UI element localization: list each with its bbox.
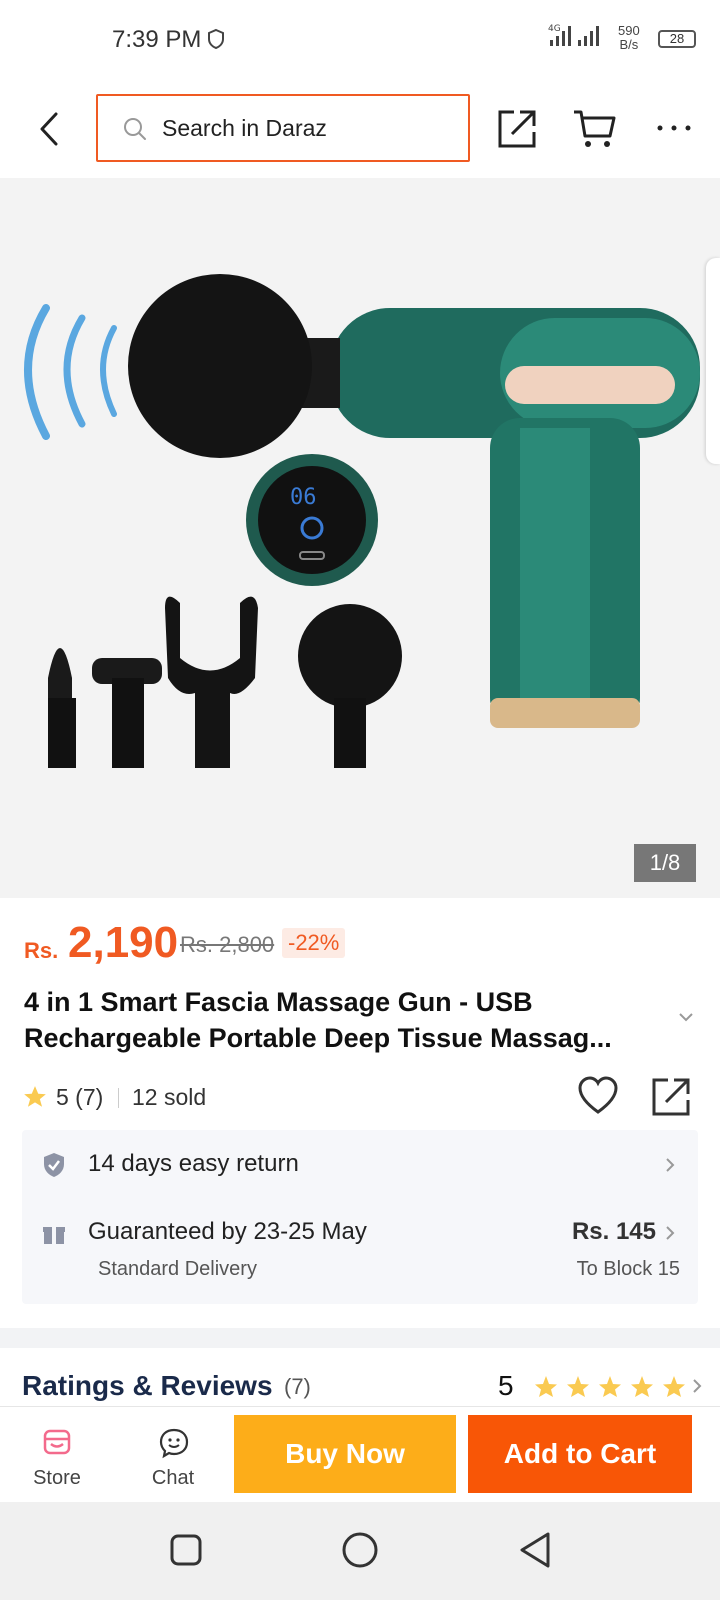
status-time: 7:39 PM xyxy=(112,26,202,53)
share-icon xyxy=(498,110,536,148)
reviews-count: (7) xyxy=(284,1374,311,1399)
speed-unit: B/s xyxy=(619,37,639,52)
network-speed: 590 B/s xyxy=(618,24,640,52)
delivery-guarantee: Guaranteed by 23-25 May xyxy=(88,1218,367,1245)
return-policy-row[interactable]: 14 days easy return xyxy=(22,1130,698,1200)
chevron-left-icon xyxy=(40,112,58,146)
signal-icon: 4G xyxy=(548,22,604,55)
chat-label: Chat xyxy=(151,1467,195,1489)
ratings-reviews-header[interactable]: Ratings & Reviews (7) 5 xyxy=(22,1362,702,1406)
product-image: 06 xyxy=(24,274,700,768)
price-row: Rs. 2,190 Rs. 2,800 -22% xyxy=(24,918,704,968)
triangle-back-icon xyxy=(520,1532,550,1568)
original-price: Rs. 2,800 xyxy=(180,932,275,957)
gift-box-icon xyxy=(42,1222,66,1251)
chevron-right-icon xyxy=(664,1224,676,1247)
current-price: 2,190 xyxy=(68,918,179,967)
cart-button[interactable] xyxy=(572,106,618,150)
discount-badge: -22% xyxy=(282,928,346,958)
recent-apps-button[interactable] xyxy=(168,1532,204,1573)
chevron-right-icon xyxy=(664,1156,676,1179)
expand-title-button[interactable] xyxy=(676,1010,696,1029)
product-title: 4 in 1 Smart Fascia Massage Gun - USB Re… xyxy=(24,987,612,1053)
delivery-destination: To Block 15 xyxy=(576,1258,680,1280)
return-policy-text: 14 days easy return xyxy=(88,1150,299,1177)
store-label: Store xyxy=(33,1467,81,1489)
store-icon xyxy=(42,1427,72,1462)
wishlist-button[interactable] xyxy=(576,1074,620,1118)
currency-label: Rs. xyxy=(24,938,59,963)
header-bar: Search in Daraz xyxy=(0,80,720,178)
shield-check-icon xyxy=(42,1152,66,1183)
rating-value: 5 (7) xyxy=(56,1084,104,1110)
home-button[interactable] xyxy=(340,1530,380,1575)
next-image-peek[interactable] xyxy=(706,258,720,464)
battery-icon: 28 xyxy=(658,30,696,48)
delivery-info-card: 14 days easy return Guaranteed by 23-25 … xyxy=(22,1130,698,1304)
buy-now-button[interactable]: Buy Now xyxy=(234,1415,456,1493)
reviews-score: 5 xyxy=(498,1370,514,1401)
share-product-button[interactable] xyxy=(650,1074,694,1118)
divider xyxy=(118,1088,119,1108)
chat-icon xyxy=(158,1427,190,1464)
search-input[interactable]: Search in Daraz xyxy=(96,94,470,162)
sold-count: 12 sold xyxy=(132,1084,207,1110)
shield-icon xyxy=(206,28,226,55)
speed-value: 590 xyxy=(618,23,640,38)
square-icon xyxy=(170,1534,202,1566)
section-divider xyxy=(0,1328,720,1348)
search-icon xyxy=(122,116,148,147)
search-placeholder: Search in Daraz xyxy=(162,115,327,141)
system-navigation-bar xyxy=(0,1502,720,1600)
image-counter: 1/8 xyxy=(634,844,696,882)
share-icon xyxy=(652,1078,690,1116)
svg-text:06: 06 xyxy=(290,485,317,510)
product-image-gallery[interactable]: 06 1/8 xyxy=(0,178,720,898)
delivery-fee: Rs. 145 xyxy=(571,1218,656,1245)
network-type: 4G xyxy=(548,24,561,34)
rating-stars xyxy=(522,1374,702,1407)
bottom-action-bar: Store Chat Buy Now Add to Cart xyxy=(0,1406,720,1502)
back-button[interactable] xyxy=(30,106,70,152)
chevron-down-icon xyxy=(679,1013,693,1022)
cart-icon xyxy=(574,110,616,147)
heart-icon xyxy=(578,1076,618,1114)
chat-button[interactable]: Chat xyxy=(138,1417,208,1493)
delivery-method: Standard Delivery xyxy=(98,1258,257,1280)
system-back-button[interactable] xyxy=(516,1530,556,1575)
star-icon xyxy=(22,1084,48,1115)
shipping-row[interactable]: Guaranteed by 23-25 May Standard Deliver… xyxy=(22,1202,698,1302)
more-options-button[interactable] xyxy=(654,110,694,146)
status-bar: 7:39 PM 4G 590 B/s 28 xyxy=(0,0,720,80)
store-button[interactable]: Store xyxy=(22,1417,92,1493)
circle-icon xyxy=(342,1532,378,1568)
share-button[interactable] xyxy=(496,106,540,150)
more-dots-icon xyxy=(657,125,691,131)
add-to-cart-button[interactable]: Add to Cart xyxy=(468,1415,692,1493)
reviews-heading: Ratings & Reviews xyxy=(22,1370,273,1401)
